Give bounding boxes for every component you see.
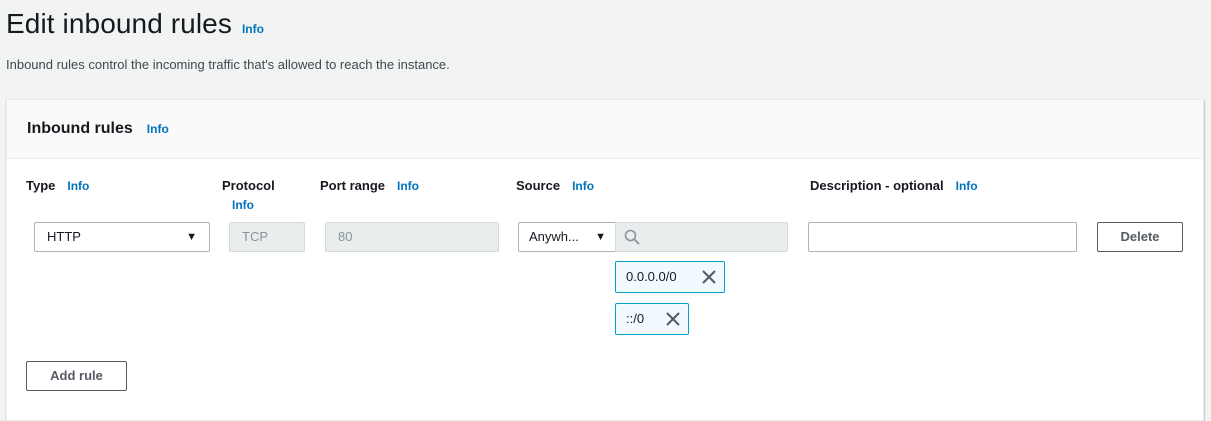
- panel-title: Inbound rules: [27, 120, 133, 137]
- source-token-ipv4: 0.0.0.0/0: [615, 261, 725, 293]
- column-label-protocol: Protocol: [222, 177, 275, 195]
- type-label: Type: [26, 178, 56, 193]
- page-description: Inbound rules control the incoming traff…: [6, 57, 450, 72]
- port-range-value: 80: [338, 229, 353, 244]
- add-rule-button[interactable]: Add rule: [26, 361, 127, 391]
- column-label-type: Type Info: [26, 177, 89, 195]
- type-select[interactable]: HTTP ▼: [34, 222, 210, 252]
- source-select-value: Anywh...: [529, 229, 579, 244]
- port-range-label: Port range: [320, 178, 386, 193]
- caret-down-icon: ▼: [186, 231, 197, 243]
- column-label-source: Source Info: [516, 177, 594, 195]
- caret-down-icon: ▼: [595, 231, 606, 243]
- source-label: Source: [516, 178, 561, 193]
- type-info-link[interactable]: Info: [67, 179, 89, 193]
- source-select[interactable]: Anywh... ▼: [518, 222, 616, 252]
- delete-rule-button[interactable]: Delete: [1097, 222, 1183, 252]
- source-info-link[interactable]: Info: [572, 179, 594, 193]
- column-label-description: Description - optional Info: [810, 177, 978, 195]
- source-token-ipv6: ::/0: [615, 303, 689, 335]
- source-token-ipv6-label: ::/0: [626, 311, 645, 326]
- column-label-port-range: Port range Info: [320, 177, 419, 195]
- close-icon[interactable]: [702, 270, 716, 284]
- type-select-value: HTTP: [47, 229, 81, 244]
- inbound-rules-panel: Inbound rules Info Type Info Protocol Inf…: [6, 99, 1204, 421]
- page-title-info-link[interactable]: Info: [242, 22, 264, 36]
- protocol-label: Protocol: [222, 178, 275, 193]
- page-title-row: Edit inbound rules Info: [6, 4, 264, 44]
- port-range-info-link[interactable]: Info: [397, 179, 419, 193]
- panel-title-info-link[interactable]: Info: [147, 122, 169, 136]
- protocol-info-link[interactable]: Info: [232, 198, 254, 212]
- search-icon: [624, 229, 640, 245]
- close-icon[interactable]: [666, 312, 680, 326]
- panel-header: Inbound rules Info: [7, 100, 1203, 159]
- source-token-ipv4-label: 0.0.0.0/0: [626, 269, 677, 284]
- protocol-value: TCP: [242, 229, 268, 244]
- port-range-field: 80: [325, 222, 499, 252]
- description-input[interactable]: [808, 222, 1077, 252]
- source-search-input[interactable]: [615, 222, 788, 252]
- page-header: Edit inbound rules Info: [6, 4, 264, 44]
- description-info-link[interactable]: Info: [956, 179, 978, 193]
- page-title: Edit inbound rules: [6, 8, 232, 39]
- protocol-field: TCP: [229, 222, 305, 252]
- description-label: Description - optional: [810, 178, 944, 193]
